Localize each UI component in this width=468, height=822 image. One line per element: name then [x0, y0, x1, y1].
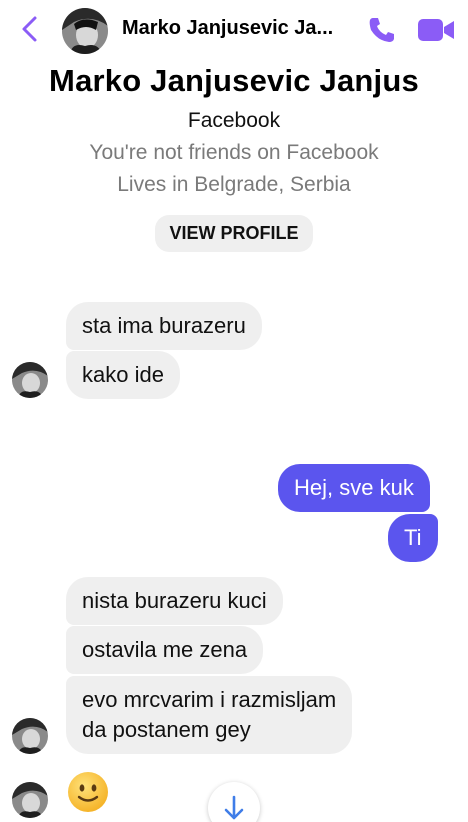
- smiley-emoji-icon[interactable]: [66, 770, 110, 814]
- message-bubble[interactable]: sta ima burazeru: [66, 302, 262, 350]
- message-bubble[interactable]: nista burazeru kuci: [66, 577, 283, 625]
- contact-avatar[interactable]: [12, 362, 48, 398]
- scroll-to-bottom-button[interactable]: [208, 782, 260, 822]
- view-profile-button[interactable]: VIEW PROFILE: [155, 215, 313, 252]
- message-bubble[interactable]: ostavila me zena: [66, 626, 264, 674]
- header-title[interactable]: Marko Janjusevic Ja...: [122, 17, 333, 40]
- profile-source: Facebook: [187, 109, 281, 132]
- message-bubble[interactable]: Hej, sve kuk: [278, 464, 430, 512]
- arrow-down-icon: [224, 795, 244, 820]
- message-bubble[interactable]: evo mrcvarim i razmisljam da postanem ge…: [66, 676, 353, 754]
- profile-name: Marko Janjusevic Janjus: [49, 63, 419, 98]
- contact-avatar[interactable]: [12, 782, 48, 818]
- message-bubble[interactable]: Ti: [388, 514, 438, 562]
- contact-avatar[interactable]: [12, 718, 48, 754]
- video-camera-icon[interactable]: [416, 16, 456, 44]
- message-bubble[interactable]: kako ide: [66, 351, 180, 399]
- back-chevron-icon[interactable]: [18, 14, 42, 44]
- phone-icon[interactable]: [366, 14, 398, 46]
- chat-header: Marko Janjusevic Ja...: [0, 0, 468, 60]
- profile-card: Marko Janjusevic Janjus Facebook You're …: [0, 60, 468, 252]
- profile-location: Lives in Belgrade, Serbia: [117, 173, 351, 196]
- friend-status: You're not friends on Facebook: [89, 141, 379, 164]
- header-avatar[interactable]: [62, 8, 108, 54]
